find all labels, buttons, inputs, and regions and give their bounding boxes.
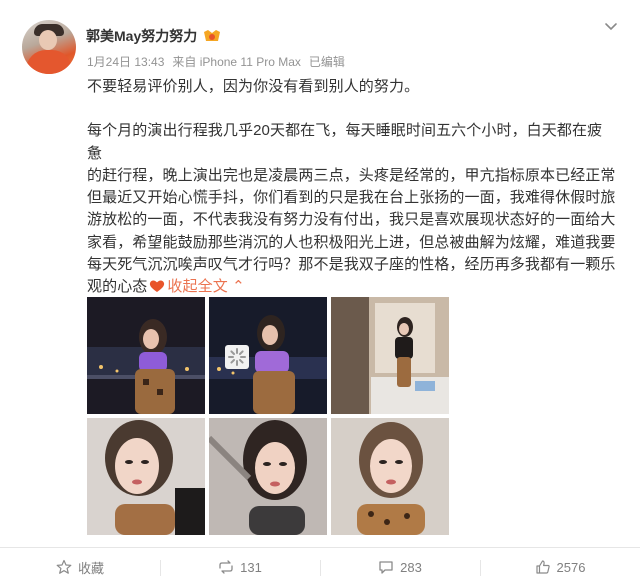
chevron-down-icon[interactable] [602, 18, 620, 36]
edited-label[interactable]: 已编辑 [309, 53, 345, 70]
photo-2[interactable] [209, 297, 327, 414]
post-intro: 不要轻易评价别人，因为你没有看到别人的努力。 [87, 78, 420, 95]
photo-6[interactable] [331, 418, 449, 535]
post-date[interactable]: 1月24日 13:43 [87, 53, 164, 70]
like-count: 2576 [556, 559, 586, 575]
comment-count: 283 [400, 559, 422, 575]
comment-icon [379, 561, 393, 574]
photo-3[interactable] [331, 297, 449, 414]
favorite-label: 收藏 [77, 560, 104, 576]
author-row: 郭美May努力努力 [86, 26, 222, 46]
thumbs-up-icon [535, 560, 550, 574]
photo-grid [87, 297, 449, 535]
post-body-line-3: 但最近又开始心慌手抖，你们看到的只是我在台上张扬的一面，我难得休假时旅 [87, 189, 616, 207]
post-source: 来自 iPhone 11 Pro Max [172, 55, 301, 69]
star-icon [56, 559, 72, 574]
loading-spinner-icon [225, 345, 249, 369]
post-meta: 1月24日 13:43 来自 iPhone 11 Pro Max 已编辑 [87, 53, 345, 70]
collapse-text-link[interactable]: 收起全文 ⌃ [167, 278, 244, 295]
photo-5[interactable] [209, 418, 327, 535]
favorite-button[interactable]: 收藏 [0, 548, 160, 586]
photo-4[interactable] [87, 418, 205, 535]
avatar[interactable] [22, 20, 76, 74]
heart-emoji-icon [150, 280, 165, 293]
post-body-line-1: 每个月的演出行程我几乎20天都在飞，每天睡眠时间五六个小时，白天都在疲惫 [87, 122, 603, 162]
post-body-line-4: 游放松的一面，不代表我没有努力没有付出，我只是喜欢展现状态好的一面给大 [87, 211, 616, 229]
weibo-post-card: 郭美May努力努力 1月24日 13:43 来自 iPhone 11 Pro M… [0, 0, 640, 586]
post-body-line-6: 每天死气沉沉唉声叹气才行吗？那不是我双子座的性格，经历再多我都有一颗乐 [87, 256, 616, 274]
post-body-line-7: 观的心态 收起全文 ⌃ [87, 276, 617, 298]
repost-count: 131 [240, 559, 262, 575]
post-body-line-2: 的赶行程，晚上演出完也是凌晨两三点，头疼是经常的，甲亢指标原本已经正常 [87, 166, 616, 184]
post-last-line: 观的心态 [87, 278, 148, 296]
post-text: 不要轻易评价别人，因为你没有看到别人的努力。 每个月的演出行程我几乎20天都在飞… [87, 76, 617, 299]
action-bar: 收藏 131 283 2576 [0, 547, 640, 586]
like-button[interactable]: 2576 [480, 548, 640, 586]
chevron-up-icon: ⌃ [232, 278, 245, 296]
repost-button[interactable]: 131 [160, 548, 320, 586]
comment-button[interactable]: 283 [320, 548, 480, 586]
author-name[interactable]: 郭美May努力努力 [86, 26, 197, 46]
repost-icon [219, 560, 233, 574]
member-badge-icon [204, 30, 221, 41]
photo-1[interactable] [87, 297, 205, 414]
post-body-line-5: 家看，希望能鼓励那些消沉的人也积极阳光上进，但总被曲解为炫耀，难道我要 [87, 233, 616, 251]
